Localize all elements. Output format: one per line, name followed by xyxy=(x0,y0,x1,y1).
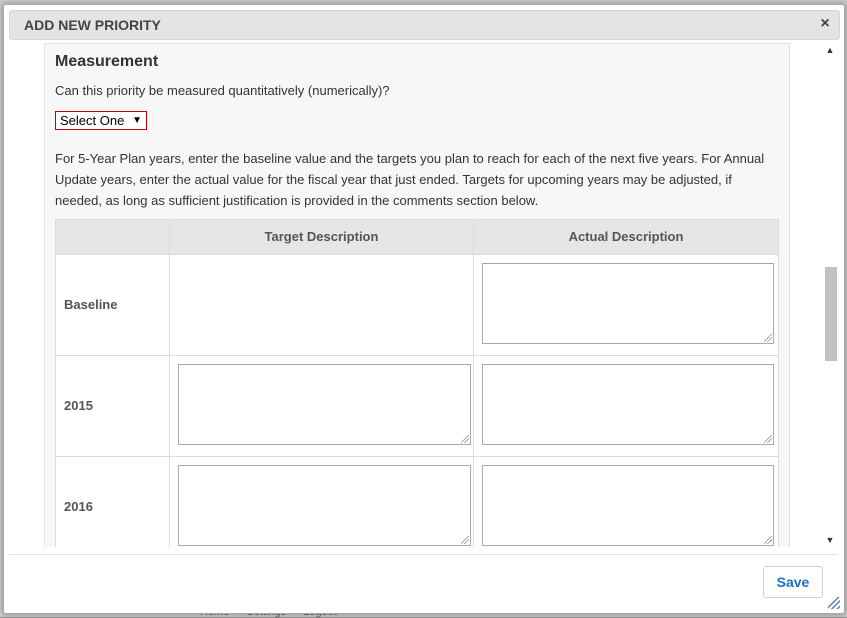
section-title: Measurement xyxy=(55,53,159,70)
scroll-up-icon[interactable]: ▲ xyxy=(822,43,838,57)
modal-header: ADD NEW PRIORITY × xyxy=(9,10,840,40)
target-description-2015-textarea[interactable] xyxy=(178,364,471,445)
close-icon[interactable]: × xyxy=(817,15,833,33)
resize-grip-icon[interactable] xyxy=(764,536,772,544)
scroll-thumb[interactable] xyxy=(825,267,837,361)
measurement-question: Can this priority be measured quantitati… xyxy=(55,83,390,98)
modal-resize-icon[interactable] xyxy=(828,597,840,609)
target-description-2016-textarea[interactable] xyxy=(178,465,471,546)
modal-title: ADD NEW PRIORITY xyxy=(24,17,161,33)
header-target-description: Target Description xyxy=(170,220,474,254)
table-row: 2016 xyxy=(56,456,778,547)
resize-grip-icon[interactable] xyxy=(764,334,772,342)
table-row: Baseline xyxy=(56,254,778,355)
footer-divider xyxy=(9,554,838,555)
table-header: Target Description Actual Description xyxy=(56,220,778,254)
header-actual-description: Actual Description xyxy=(568,229,684,244)
add-priority-modal: ADD NEW PRIORITY × Measurement Can this … xyxy=(3,4,845,614)
actual-description-2016-textarea[interactable] xyxy=(482,465,774,546)
dropdown-arrow-icon: ▼ xyxy=(132,115,142,126)
resize-grip-icon[interactable] xyxy=(764,435,772,443)
header-empty xyxy=(56,220,170,254)
row-label-2016: 2016 xyxy=(64,499,93,514)
instructions-text: For 5-Year Plan years, enter the baselin… xyxy=(55,151,765,208)
select-value: Select One xyxy=(60,113,125,128)
resize-grip-icon[interactable] xyxy=(461,435,469,443)
scroll-down-icon[interactable]: ▼ xyxy=(822,533,838,547)
modal-body: Measurement Can this priority be measure… xyxy=(10,41,836,547)
modal-scrollbar[interactable]: ▲ ▼ xyxy=(822,41,838,547)
resize-grip-icon[interactable] xyxy=(461,536,469,544)
targets-table: Target Description Actual Description Ba… xyxy=(55,219,779,547)
table-row: 2015 xyxy=(56,355,778,456)
save-button[interactable]: Save xyxy=(763,566,823,598)
measurable-select[interactable]: Select One ▼ xyxy=(55,111,147,130)
measurement-panel: Measurement Can this priority be measure… xyxy=(44,43,790,547)
actual-description-baseline-textarea[interactable] xyxy=(482,263,774,344)
row-label-2015: 2015 xyxy=(64,398,93,413)
actual-description-2015-textarea[interactable] xyxy=(482,364,774,445)
row-label-baseline: Baseline xyxy=(64,297,118,312)
target-cell-empty xyxy=(170,255,474,355)
